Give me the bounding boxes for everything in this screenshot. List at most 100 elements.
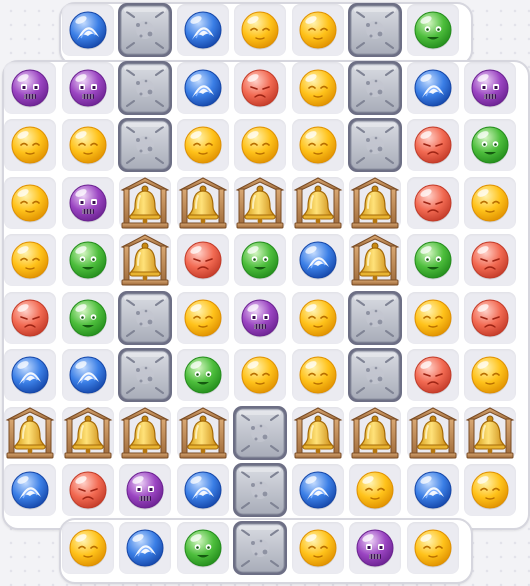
bell-block-icon[interactable] [117,174,173,230]
bell-block-icon[interactable] [462,404,518,460]
red-drop-icon[interactable] [240,68,280,108]
board-cell[interactable] [4,292,56,344]
board-cell[interactable] [177,464,229,516]
purple-drop-icon[interactable] [68,183,108,223]
board-cell[interactable] [464,177,516,229]
blue-drop-icon[interactable] [183,470,223,510]
bell-block-icon[interactable] [347,404,403,460]
board-cell[interactable] [4,234,56,286]
board-cell[interactable] [407,62,459,114]
purple-drop-icon[interactable] [240,298,280,338]
board-cell[interactable] [349,522,401,574]
green-drop-icon[interactable] [470,125,510,165]
board-cell[interactable] [4,119,56,171]
red-drop-icon[interactable] [413,125,453,165]
board-cell[interactable] [116,1,174,59]
bell-block-icon[interactable] [175,404,231,460]
green-drop-icon[interactable] [413,10,453,50]
board-cell[interactable] [407,464,459,516]
blue-drop-icon[interactable] [183,68,223,108]
board-cell[interactable] [407,4,459,56]
board-cell[interactable] [464,407,516,459]
purple-drop-icon[interactable] [355,528,395,568]
purple-drop-icon[interactable] [10,68,50,108]
red-drop-icon[interactable] [68,470,108,510]
purple-drop-icon[interactable] [68,68,108,108]
green-drop-icon[interactable] [68,298,108,338]
blue-drop-icon[interactable] [298,240,338,280]
yellow-drop-icon[interactable] [183,298,223,338]
board-cell[interactable] [177,62,229,114]
yellow-drop-icon[interactable] [240,10,280,50]
bell-block-icon[interactable] [117,404,173,460]
board-cell[interactable] [348,118,402,172]
stone-block-icon[interactable] [346,59,404,117]
red-drop-icon[interactable] [470,240,510,280]
board-cell[interactable] [407,349,459,401]
board-cell[interactable] [4,407,56,459]
green-drop-icon[interactable] [183,355,223,395]
board-cell[interactable] [234,62,286,114]
board-cell[interactable] [177,522,229,574]
board-cell[interactable] [62,292,114,344]
board-cell[interactable] [234,292,286,344]
red-drop-icon[interactable] [183,240,223,280]
board-cell[interactable] [464,62,516,114]
board-cell[interactable] [292,177,344,229]
board-cell[interactable] [233,463,287,517]
yellow-drop-icon[interactable] [298,10,338,50]
bell-block-icon[interactable] [175,174,231,230]
board-cell[interactable] [407,407,459,459]
blue-drop-icon[interactable] [125,528,165,568]
yellow-drop-icon[interactable] [10,240,50,280]
board-cell[interactable] [464,119,516,171]
stone-block-icon[interactable] [346,289,404,347]
board-cell[interactable] [349,464,401,516]
blue-drop-icon[interactable] [183,10,223,50]
board-cell[interactable] [4,177,56,229]
board-cell[interactable] [349,407,401,459]
board-cell[interactable] [62,177,114,229]
blue-drop-icon[interactable] [298,470,338,510]
yellow-drop-icon[interactable] [240,355,280,395]
stone-block-icon[interactable] [231,404,289,462]
bell-block-icon[interactable] [117,231,173,287]
board-cell[interactable] [4,464,56,516]
board-cell[interactable] [407,119,459,171]
board-cell[interactable] [62,464,114,516]
yellow-drop-icon[interactable] [298,68,338,108]
board-cell[interactable] [118,61,172,115]
bell-block-icon[interactable] [347,174,403,230]
yellow-drop-icon[interactable] [298,355,338,395]
board-cell[interactable] [231,404,289,462]
board-cell[interactable] [233,521,287,575]
board-cell[interactable] [292,464,344,516]
purple-drop-icon[interactable] [125,470,165,510]
board-cell[interactable] [177,177,229,229]
board-cell[interactable] [177,119,229,171]
yellow-drop-icon[interactable] [355,470,395,510]
board-cell[interactable] [292,292,344,344]
bell-block-icon[interactable] [405,404,461,460]
board-cell[interactable] [464,349,516,401]
yellow-drop-icon[interactable] [183,125,223,165]
blue-drop-icon[interactable] [413,68,453,108]
board-cell[interactable] [62,119,114,171]
board-cell[interactable] [407,292,459,344]
board-cell[interactable] [177,4,229,56]
board-cell[interactable] [177,292,229,344]
blue-drop-icon[interactable] [68,355,108,395]
red-drop-icon[interactable] [470,298,510,338]
yellow-drop-icon[interactable] [413,298,453,338]
board-cell[interactable] [234,177,286,229]
board-cell[interactable] [234,349,286,401]
board-cell[interactable] [177,407,229,459]
bell-block-icon[interactable] [290,404,346,460]
board-cell[interactable] [292,62,344,114]
board-cell[interactable] [234,4,286,56]
board-cell[interactable] [292,349,344,401]
board-cell[interactable] [118,118,172,172]
board-cell[interactable] [292,522,344,574]
stone-block-icon[interactable] [116,1,174,59]
board-cell[interactable] [464,292,516,344]
